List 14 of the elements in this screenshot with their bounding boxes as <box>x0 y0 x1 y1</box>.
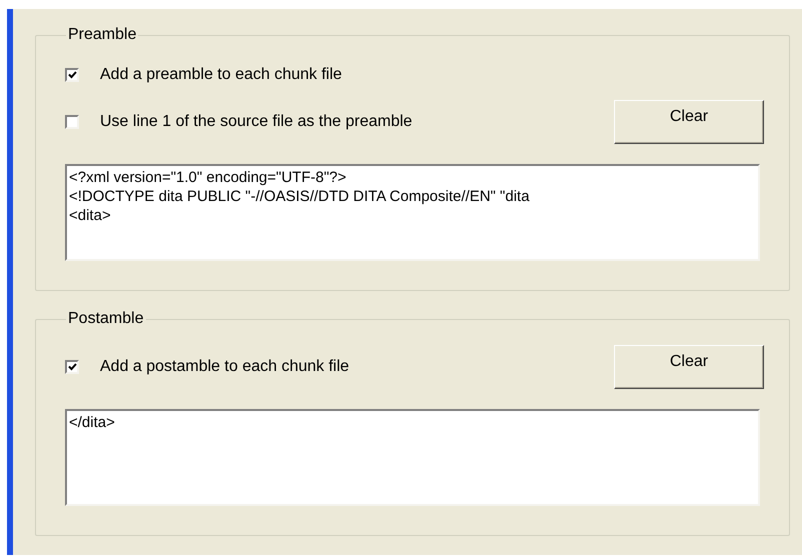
checkmark-icon <box>68 71 76 79</box>
checkbox-label[interactable]: Add a preamble to each chunk file <box>100 63 342 87</box>
checkbox[interactable] <box>65 360 79 374</box>
text-area[interactable]: <?xml version="1.0" encoding="UTF-8"?> <!DOCTYPE dita PUBLIC "-//OASIS//DTD DITA Composite//EN" "dita <dita> <box>65 164 760 261</box>
checkbox[interactable] <box>65 115 79 129</box>
group-title: Postamble <box>67 309 145 329</box>
group-title: Preamble <box>67 25 138 45</box>
clear-button[interactable]: Clear <box>614 100 764 144</box>
checkbox-label[interactable]: Use line 1 of the source file as the preamble <box>100 110 412 134</box>
checkbox-label[interactable]: Add a postamble to each chunk file <box>100 355 350 379</box>
clear-button[interactable]: Clear <box>614 345 764 389</box>
checkmark-icon <box>68 363 76 371</box>
text-area[interactable]: </dita> <box>65 409 760 506</box>
checkbox[interactable] <box>65 68 79 82</box>
